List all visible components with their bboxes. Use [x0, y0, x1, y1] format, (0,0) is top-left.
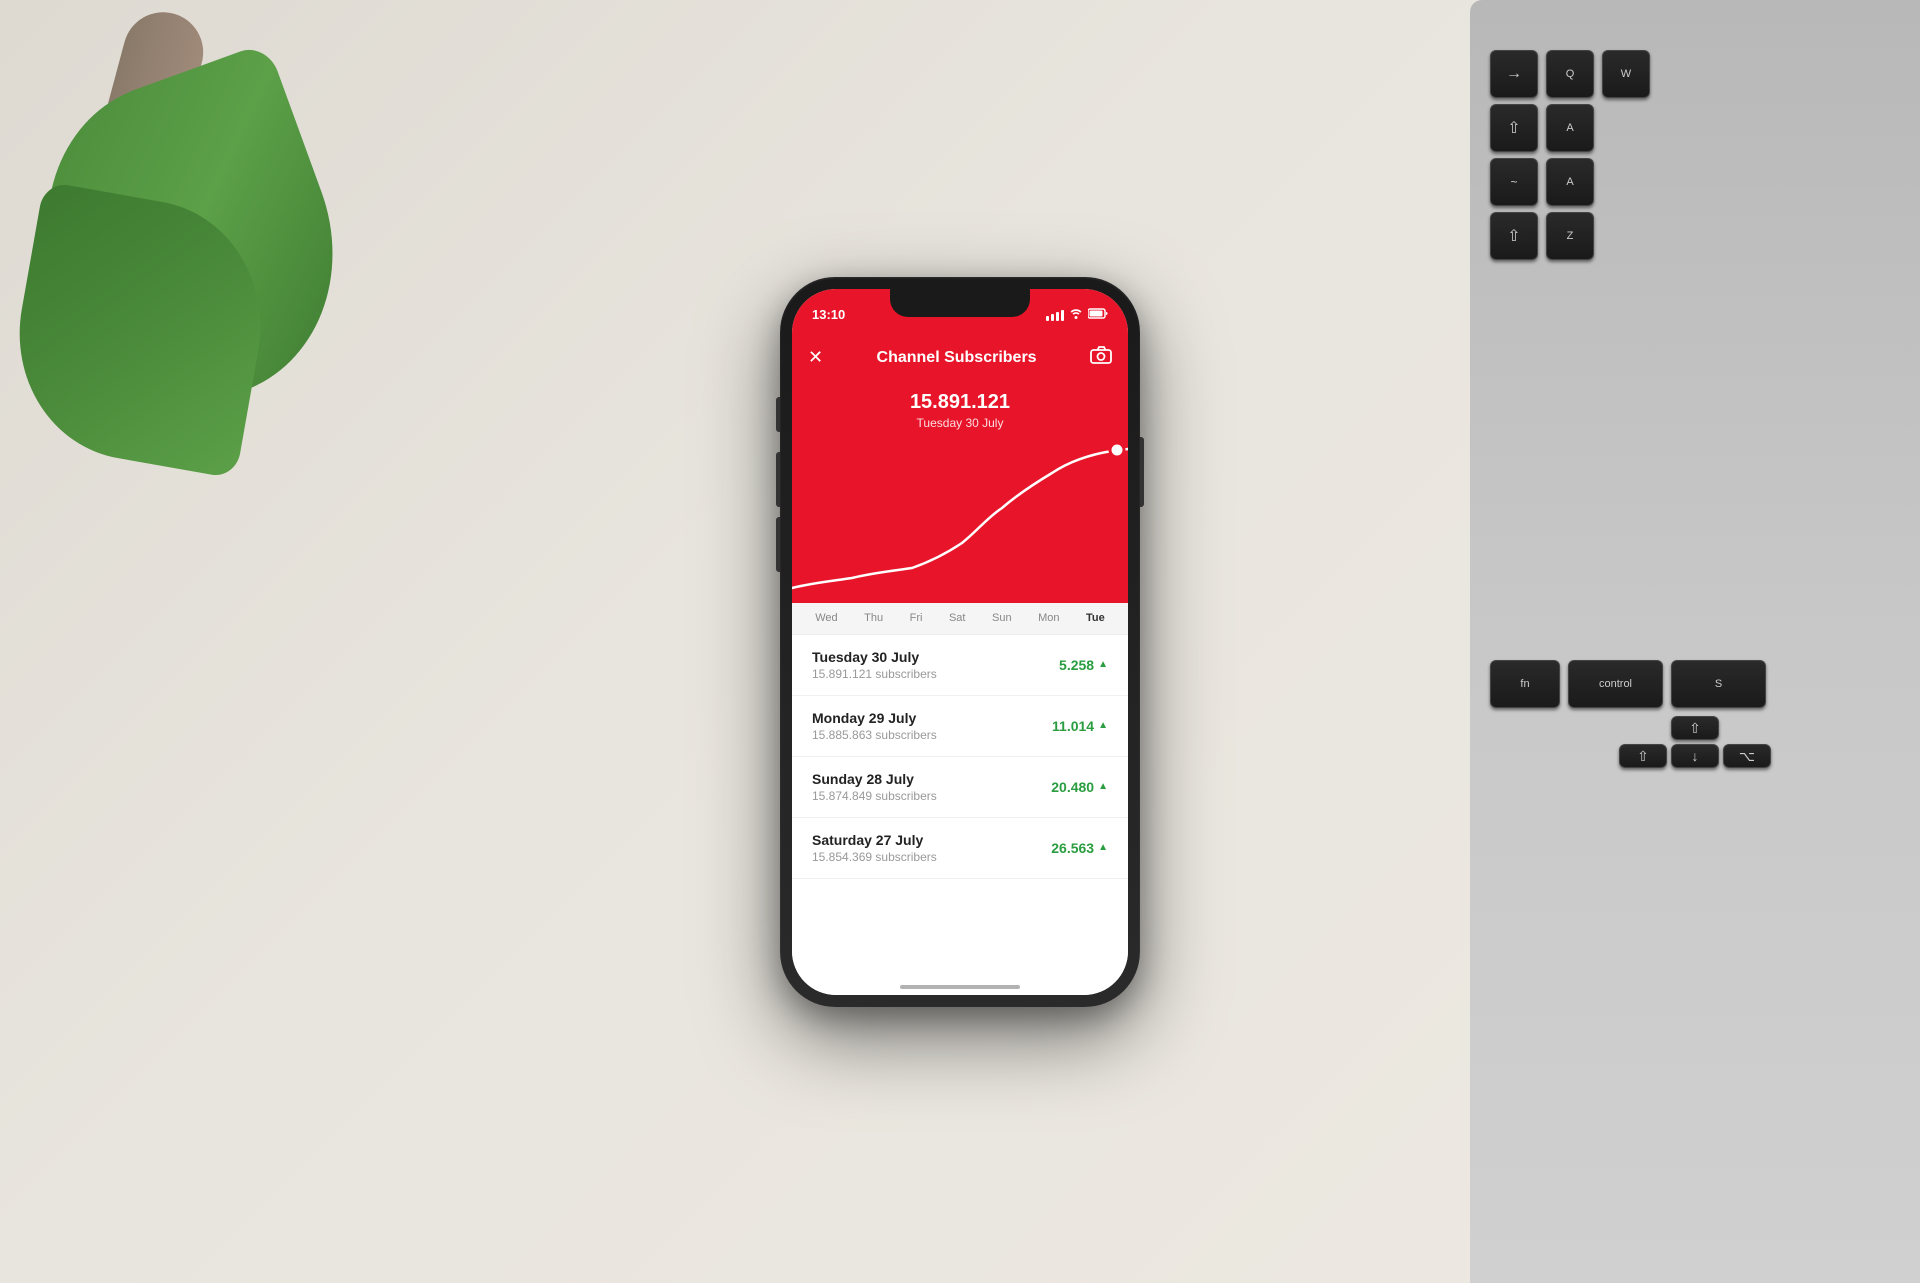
list-item-left-3: Saturday 27 July 15.854.369 subscribers [812, 832, 937, 864]
chart-stats: 15.891.121 Tuesday 30 July [792, 383, 1128, 430]
key-arrow-up-1[interactable]: ⇧ [1671, 716, 1719, 740]
key-control[interactable]: control [1568, 660, 1663, 708]
laptop: → Q W ⇧ A ~ A ⇧ Z fn control S ⇧ [1470, 0, 1920, 1283]
day-mon: Mon [1038, 612, 1059, 624]
battery-icon [1088, 308, 1108, 322]
chart-svg-container [792, 443, 1128, 603]
phone-screen: 13:10 [792, 289, 1128, 995]
signal-bar-4 [1061, 310, 1064, 321]
list-item-2[interactable]: Sunday 28 July 15.874.849 subscribers 20… [792, 757, 1128, 818]
trend-up-icon-1: ▲ [1098, 720, 1108, 731]
phone-container: 13:10 [780, 277, 1140, 1007]
list-item-title-1: Monday 29 July [812, 710, 937, 726]
signal-bar-3 [1056, 312, 1059, 321]
key-arrow-right-2[interactable]: ⌥ [1723, 744, 1771, 768]
list-item-0[interactable]: Tuesday 30 July 15.891.121 subscribers 5… [792, 635, 1128, 696]
list-item-value-3: 26.563 [1051, 840, 1094, 856]
list-item-right-0: 5.258 ▲ [1059, 657, 1108, 673]
close-button[interactable]: ✕ [808, 347, 823, 368]
key-w[interactable]: W [1602, 50, 1650, 98]
day-wed: Wed [815, 612, 837, 624]
key-option[interactable]: S [1671, 660, 1766, 708]
list-item-sub-3: 15.854.369 subscribers [812, 850, 937, 864]
list-item-sub-1: 15.885.863 subscribers [812, 728, 937, 742]
key-shift-2[interactable]: ⇧ [1490, 212, 1538, 260]
data-list: Tuesday 30 July 15.891.121 subscribers 5… [792, 635, 1128, 995]
day-sun: Sun [992, 612, 1012, 624]
list-item-value-1: 11.014 [1052, 718, 1094, 734]
key-q[interactable]: Q [1546, 50, 1594, 98]
phone-side-button-vol-up[interactable] [776, 452, 780, 507]
home-indicator [900, 985, 1020, 989]
status-icons [1046, 307, 1108, 322]
chart-area: 15.891.121 Tuesday 30 July [792, 383, 1128, 603]
list-item-value-2: 20.480 [1051, 779, 1094, 795]
camera-button[interactable] [1090, 346, 1112, 369]
day-tue: Tue [1086, 612, 1105, 624]
day-fri: Fri [910, 612, 923, 624]
phone-side-button-mute[interactable] [776, 397, 780, 432]
keyboard-row-1: → Q W [1490, 50, 1900, 98]
list-item-right-1: 11.014 ▲ [1052, 718, 1108, 734]
signal-bars [1046, 309, 1064, 321]
day-thu: Thu [864, 612, 883, 624]
list-item-1[interactable]: Monday 29 July 15.885.863 subscribers 11… [792, 696, 1128, 757]
signal-bar-1 [1046, 316, 1049, 321]
signal-bar-2 [1051, 314, 1054, 321]
day-sat: Sat [949, 612, 966, 624]
keyboard-row-bottom: fn control S [1490, 660, 1900, 708]
keyboard-row-4: ⇧ Z [1490, 212, 1900, 260]
phone-side-button-vol-down[interactable] [776, 517, 780, 572]
trend-up-icon-3: ▲ [1098, 842, 1108, 853]
list-item-left-1: Monday 29 July 15.885.863 subscribers [812, 710, 937, 742]
key-a2[interactable]: A [1546, 158, 1594, 206]
phone-notch [890, 289, 1030, 317]
phone-side-button-right[interactable] [1140, 437, 1144, 507]
key-arrow-right[interactable]: → [1490, 50, 1538, 98]
key-fn[interactable]: fn [1490, 660, 1560, 708]
app-header: ✕ Channel Subscribers [792, 333, 1128, 383]
list-item-right-2: 20.480 ▲ [1051, 779, 1108, 795]
trend-up-icon-2: ▲ [1098, 781, 1108, 792]
list-item-title-3: Saturday 27 July [812, 832, 937, 848]
key-a[interactable]: A [1546, 104, 1594, 152]
keyboard-row-2: ⇧ A [1490, 104, 1900, 152]
key-tilde[interactable]: ~ [1490, 158, 1538, 206]
trend-up-icon-0: ▲ [1098, 659, 1108, 670]
list-item-title-0: Tuesday 30 July [812, 649, 937, 665]
list-item-3[interactable]: Saturday 27 July 15.854.369 subscribers … [792, 818, 1128, 879]
key-arrow-down[interactable]: ↓ [1671, 744, 1719, 768]
list-item-value-0: 5.258 [1059, 657, 1094, 673]
plant-decoration [0, 0, 380, 700]
key-arrow-up-2[interactable]: ⇧ [1619, 744, 1667, 768]
phone-frame: 13:10 [780, 277, 1140, 1007]
wifi-icon [1069, 307, 1083, 322]
days-axis: Wed Thu Fri Sat Sun Mon Tue [792, 603, 1128, 635]
chart-date: Tuesday 30 July [792, 416, 1128, 430]
chart-main-number: 15.891.121 [792, 391, 1128, 414]
keyboard-area: → Q W ⇧ A ~ A ⇧ Z fn control S ⇧ [1470, 0, 1920, 1283]
keyboard-row-3: ~ A [1490, 158, 1900, 206]
list-item-left-2: Sunday 28 July 15.874.849 subscribers [812, 771, 937, 803]
list-item-right-3: 26.563 ▲ [1051, 840, 1108, 856]
status-time: 13:10 [812, 307, 845, 322]
list-item-sub-2: 15.874.849 subscribers [812, 789, 937, 803]
list-item-sub-0: 15.891.121 subscribers [812, 667, 937, 681]
key-shift-1[interactable]: ⇧ [1490, 104, 1538, 152]
header-title: Channel Subscribers [877, 349, 1037, 367]
list-item-left-0: Tuesday 30 July 15.891.121 subscribers [812, 649, 937, 681]
key-z[interactable]: Z [1546, 212, 1594, 260]
list-item-title-2: Sunday 28 July [812, 771, 937, 787]
